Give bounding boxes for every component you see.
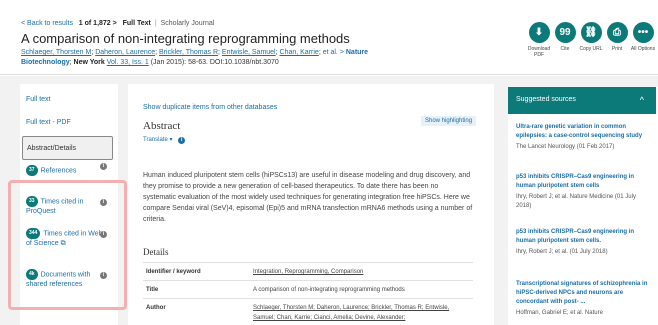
details-row-author: Author Schlaeger, Thorsten M; Daheron, L…	[143, 298, 473, 325]
document-header: < Back to results 1 of 1,872 > Full Text…	[0, 0, 658, 75]
back-to-results-link[interactable]: < Back to results	[21, 20, 73, 27]
copy-url-icon: ⛓	[580, 22, 602, 43]
references-link[interactable]: 37 References i	[26, 163, 107, 176]
full-text-pdf-link[interactable]: Full text - PDF	[26, 119, 71, 126]
doc-type-sub: Scholarly Journal	[160, 20, 215, 27]
abstract-heading: Abstract	[143, 120, 181, 132]
details-heading: Details	[143, 247, 169, 257]
volume-link[interactable]: Vol. 33, Iss. 1	[107, 59, 149, 66]
duplicate-items-link[interactable]: Show duplicate items from other database…	[143, 104, 277, 111]
citation-highlight-box	[8, 180, 127, 310]
author-link[interactable]: Brickler, Thomas R	[159, 49, 218, 56]
full-text-link[interactable]: Full text	[26, 96, 51, 103]
suggested-source-item: p53 inhibits CRISPR–Cas9 engineering in …	[516, 173, 648, 211]
suggested-source-title[interactable]: Transcriptional signatures of schizophre…	[516, 280, 648, 307]
chevron-up-icon[interactable]: ^	[640, 95, 644, 105]
next-result-arrow[interactable]: >	[113, 20, 117, 27]
abstract-panel: Show duplicate items from other database…	[128, 84, 494, 325]
author-link[interactable]: Chan, Karrie	[280, 49, 319, 56]
abstract-details-tab[interactable]: Abstract/Details	[22, 136, 113, 160]
author-link[interactable]: Entwisle, Samuel	[222, 49, 276, 56]
publication-details: (Jan 2015): 58-63. DOI:10.1038/nbt.3070	[150, 59, 279, 66]
author-links[interactable]: Schlaeger, Thorsten M; Daheron, Laurence…	[253, 303, 468, 323]
toolbar: ⬇ Download PDF 99 Cite ⛓ Copy URL ⎙ Prin…	[525, 22, 658, 67]
info-icon[interactable]: i	[100, 163, 107, 170]
cite-button[interactable]: 99 Cite	[551, 22, 579, 52]
cite-icon: 99	[554, 22, 576, 43]
translate-dropdown[interactable]: Translate ▾ i	[143, 136, 186, 144]
byline: Schlaeger, Thorsten M; Daheron, Laurence…	[21, 49, 369, 66]
suggested-sources-header[interactable]: Suggested sources ^	[508, 87, 656, 114]
chevron-down-icon: ▾	[169, 137, 173, 143]
suggested-sources-panel: Suggested sources ^ Ultra-rare genetic v…	[508, 87, 658, 325]
result-position: 1 of 1,872	[78, 20, 111, 27]
print-button[interactable]: ⎙ Print	[603, 22, 631, 52]
download-pdf-icon: ⬇	[528, 22, 550, 43]
suggested-source-item: Ultra-rare genetic variation in common e…	[516, 123, 648, 152]
doc-type-main: Full Text	[122, 20, 151, 27]
download-pdf-button[interactable]: ⬇ Download PDF	[525, 22, 553, 58]
copy-url-button[interactable]: ⛓ Copy URL	[577, 22, 605, 52]
all-options-icon: •••	[632, 22, 654, 43]
info-icon[interactable]: i	[178, 137, 186, 144]
author-link[interactable]: Schlaeger, Thorsten M	[21, 49, 91, 56]
suggested-source-title[interactable]: p53 inhibits CRISPR–Cas9 engineering in …	[516, 173, 648, 191]
abstract-text: Human induced pluripotent stem cells (hi…	[143, 172, 473, 223]
suggested-source-item: Transcriptional signatures of schizophre…	[516, 280, 648, 316]
all-options-button[interactable]: ••• All Options	[629, 22, 657, 52]
details-row-title: Title A comparison of non-integrating re…	[143, 280, 473, 298]
references-count-badge: 37	[26, 165, 38, 176]
suggested-source-title[interactable]: p53 inhibits CRISPR–Cas9 engineering in …	[516, 228, 648, 246]
suggested-source-item: p53 inhibits CRISPR–Cas9 engineering in …	[516, 228, 648, 257]
details-row-identifier: Identifier / keyword Integration, Reprog…	[143, 262, 473, 280]
keyword-links[interactable]: Integration, Reprogramming, Comparison	[253, 267, 468, 277]
et-al-link[interactable]: et al. >	[323, 49, 344, 56]
author-link[interactable]: Daheron, Laurence	[95, 49, 155, 56]
publication-place: New York	[73, 59, 105, 66]
print-icon: ⎙	[606, 22, 628, 43]
result-navigation: < Back to results 1 of 1,872 > Full Text…	[21, 20, 215, 27]
suggested-source-title[interactable]: Ultra-rare genetic variation in common e…	[516, 123, 648, 141]
document-page: < Back to results 1 of 1,872 > Full Text…	[0, 0, 658, 325]
show-highlighting-button[interactable]: Show highlighting	[421, 116, 477, 126]
document-title: A comparison of non-integrating reprogra…	[21, 31, 350, 46]
